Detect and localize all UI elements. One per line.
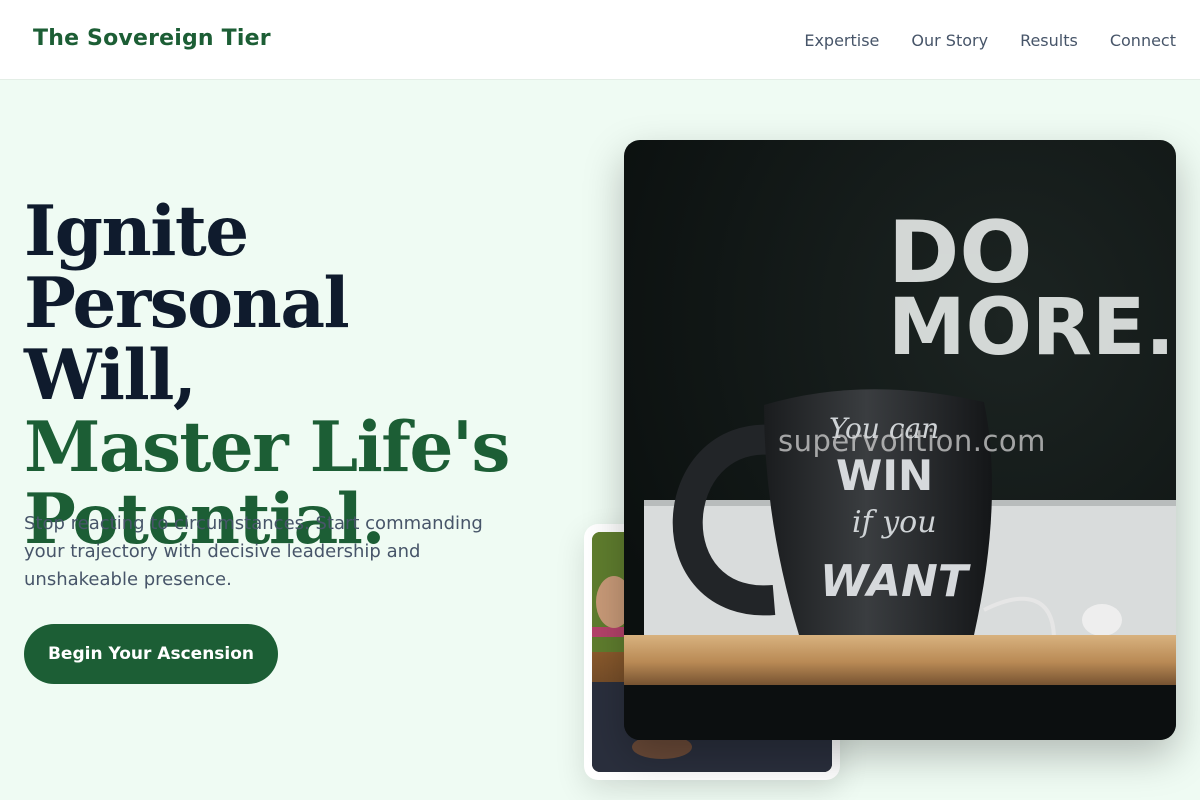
nav-links: Expertise Our Story Results Connect	[772, 31, 1176, 50]
hero-title: Ignite Personal Will, Master Life's Pote…	[24, 196, 584, 556]
hero-subtitle: Stop reacting to circumstances. Start co…	[24, 513, 483, 590]
hero-title-line-1: Ignite Personal	[24, 191, 350, 344]
mug-line-2: WIN	[836, 451, 933, 500]
site-watermark: supervolition.com	[778, 424, 1046, 458]
mug-line-4: WANT	[820, 556, 971, 607]
brand-logo[interactable]: The Sovereign Tier	[33, 26, 271, 51]
begin-ascension-button[interactable]: Begin Your Ascension	[24, 624, 278, 684]
nav-link-our-story[interactable]: Our Story	[911, 31, 988, 50]
nav-link-results[interactable]: Results	[1020, 31, 1078, 50]
nav-link-connect[interactable]: Connect	[1110, 31, 1176, 50]
sign-line-2: MORE.	[888, 283, 1175, 373]
mug-line-3: if you	[852, 505, 937, 540]
top-navbar: The Sovereign Tier Expertise Our Story R…	[0, 0, 1200, 80]
hero-title-line-2: Will,	[24, 335, 197, 416]
hero-title-accent-line-1: Master Life's	[24, 407, 510, 488]
nav-link-expertise[interactable]: Expertise	[804, 31, 879, 50]
